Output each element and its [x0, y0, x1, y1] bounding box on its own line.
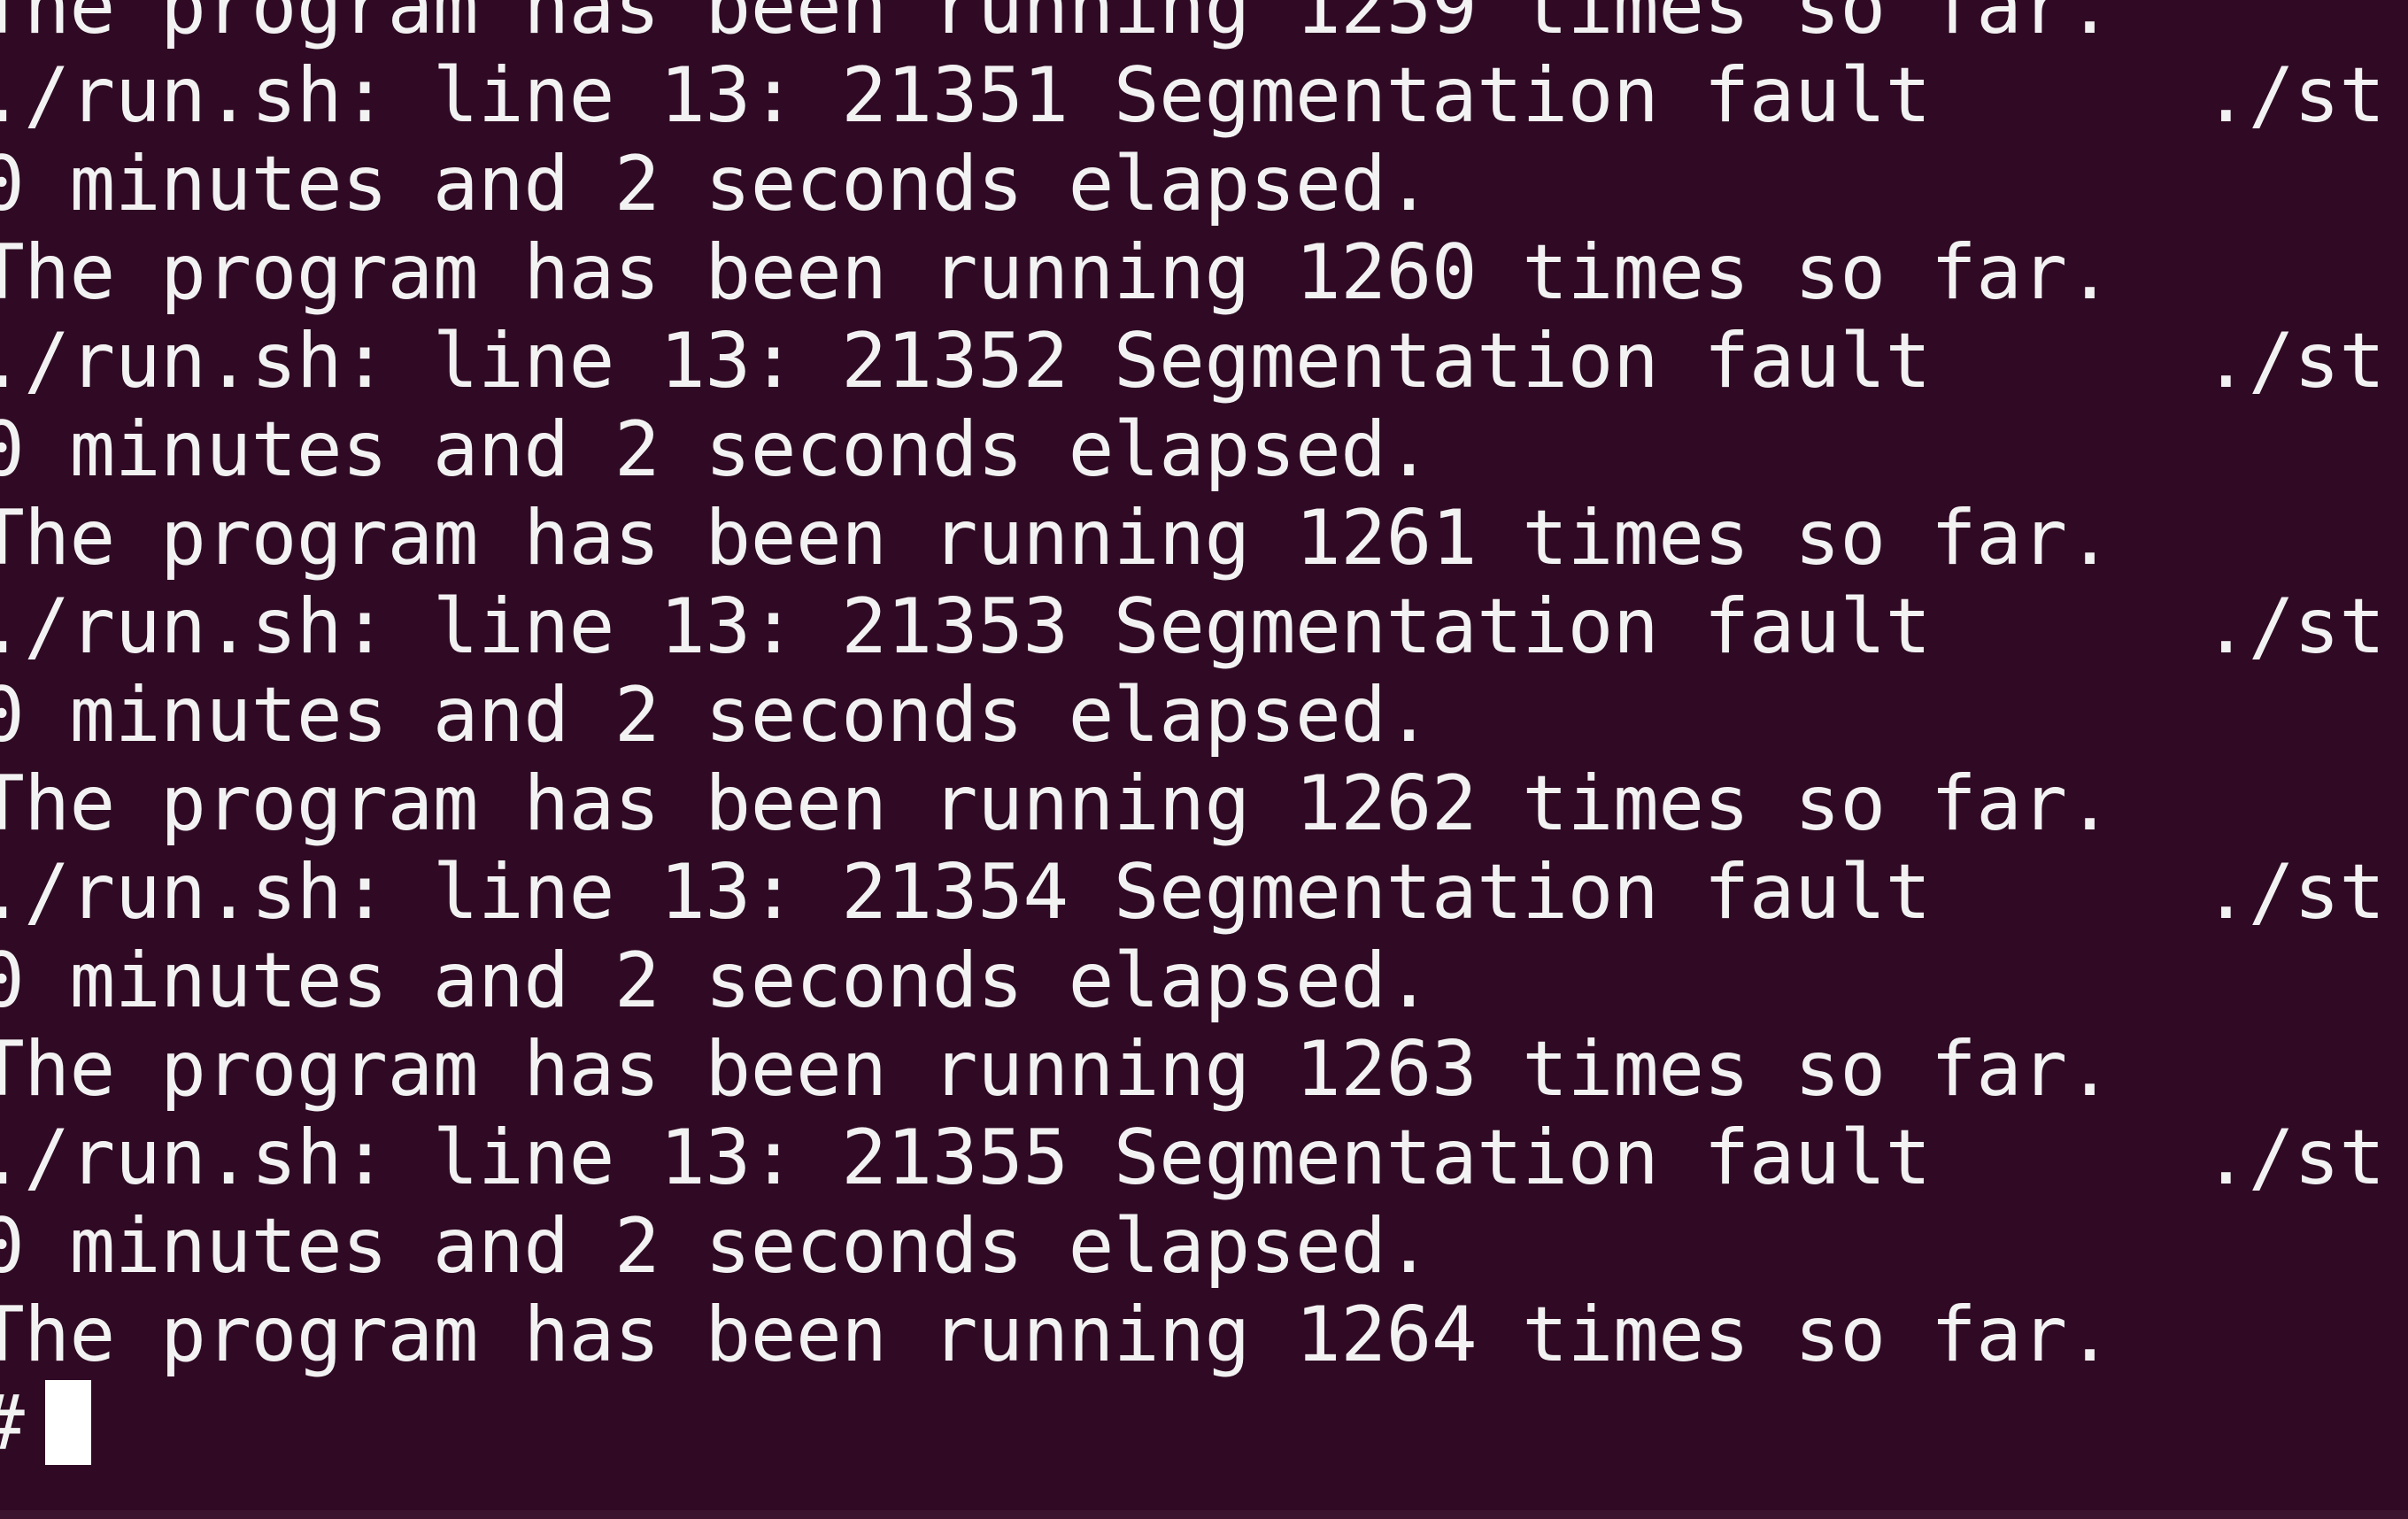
- terminal-line: 0 minutes and 2 seconds elapsed.: [0, 937, 1432, 1025]
- text-cursor: [45, 1380, 92, 1465]
- terminal-line: The program has been running 1264 times …: [0, 1291, 2112, 1379]
- terminal-line: 0 minutes and 2 seconds elapsed.: [0, 405, 1432, 494]
- terminal-line: 0 minutes and 2 seconds elapsed.: [0, 1202, 1432, 1291]
- terminal-line: ./run.sh: line 13: 21353 Segmentation fa…: [0, 582, 2385, 671]
- terminal-line: 0 minutes and 2 seconds elapsed.: [0, 671, 1432, 760]
- window-bottom-edge: [0, 1510, 2408, 1519]
- terminal-line: The program has been running 1263 times …: [0, 1025, 2112, 1114]
- terminal-output: The program has been running 1259 times …: [0, 0, 2385, 1468]
- terminal-line: The program has been running 1262 times …: [0, 760, 2112, 848]
- terminal-line: The program has been running 1260 times …: [0, 228, 2112, 317]
- terminal-line: ./run.sh: line 13: 21355 Segmentation fa…: [0, 1114, 2385, 1202]
- terminal-line: ./run.sh: line 13: 21352 Segmentation fa…: [0, 317, 2385, 405]
- prompt-symbol: #: [0, 1379, 25, 1468]
- terminal-line: 0 minutes and 2 seconds elapsed.: [0, 140, 1432, 228]
- terminal-line: ./run.sh: line 13: 21354 Segmentation fa…: [0, 848, 2385, 937]
- terminal-line: ./run.sh: line 13: 21351 Segmentation fa…: [0, 51, 2385, 140]
- terminal-window[interactable]: The program has been running 1259 times …: [0, 0, 2408, 1519]
- prompt-line[interactable]: #: [0, 1379, 2385, 1468]
- terminal-line: The program has been running 1261 times …: [0, 494, 2112, 582]
- terminal-line: The program has been running 1259 times …: [0, 0, 2112, 51]
